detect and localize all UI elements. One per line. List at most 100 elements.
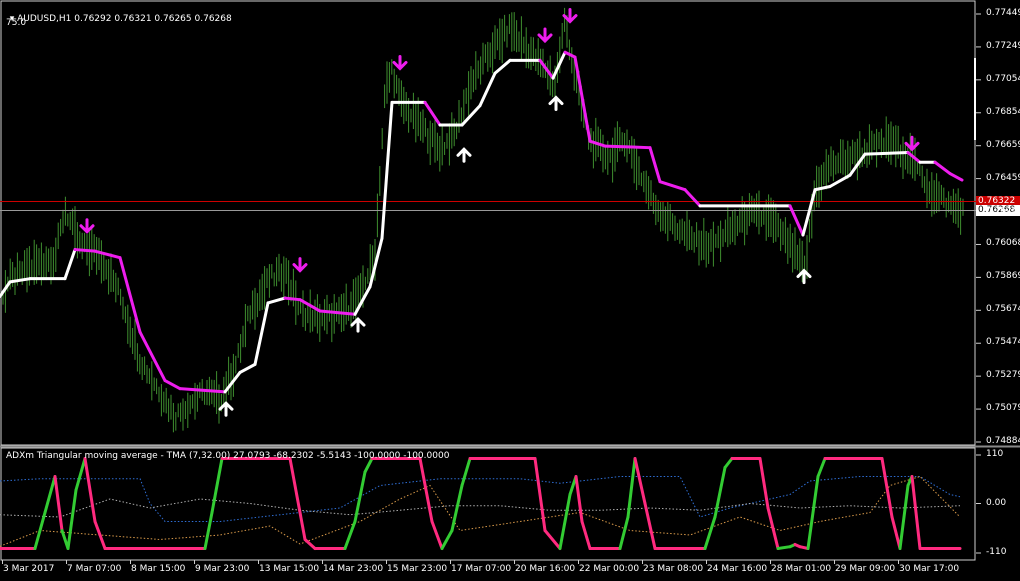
price-axis-label: 0.75674 [986, 304, 1020, 315]
tma-up-segment [63, 248, 77, 281]
adx-down-segment [633, 457, 647, 505]
adx-up-segment [713, 466, 727, 519]
adx-down-segment [83, 457, 97, 523]
tma-down-segment [648, 146, 662, 184]
tma-down-segment [138, 330, 167, 383]
price-axis-label: 0.76459 [986, 172, 1020, 183]
tma-up-segment [368, 236, 384, 289]
adx-up-segment [203, 511, 214, 550]
sell-arrow-icon [79, 218, 95, 234]
adx-up-segment [626, 457, 637, 519]
buy-arrow-icon [456, 147, 472, 163]
sell-arrow-icon [562, 8, 578, 24]
tma-line [0, 50, 964, 394]
sell-arrow-icon [292, 257, 308, 273]
tma-down-segment [538, 58, 555, 80]
adx-down-segment [758, 457, 770, 510]
tma-down-segment [283, 296, 302, 302]
price-axis-label: 0.74884 [986, 436, 1020, 446]
adx-down-segment [574, 475, 584, 523]
chart-canvas [0, 0, 1020, 564]
indicator-axis-label: 110 [986, 449, 1004, 459]
adx-up-segment [66, 488, 78, 550]
time-axis-label: 30 Mar 17:00 [899, 564, 960, 574]
adx-down-segment [543, 529, 562, 550]
time-axis-label: 15 Mar 23:00 [387, 564, 448, 574]
tma-up-segment [460, 104, 482, 127]
adx-down-segment [766, 506, 780, 550]
tma-down-segment [163, 379, 182, 391]
adx-up-segment [450, 484, 464, 532]
tma-down-segment [948, 172, 964, 182]
adx-up-segment [353, 470, 367, 523]
tma-down-segment [563, 50, 577, 59]
adx-down-segment [288, 457, 307, 541]
tma-down-segment [933, 160, 952, 176]
price-axis-label: 0.76268 [986, 205, 1020, 216]
sell-arrow-icon [537, 27, 553, 44]
time-axis-label: 13 Mar 15:00 [259, 564, 320, 574]
adx-up-segment [210, 457, 224, 514]
adx-down-segment [93, 520, 107, 550]
price-axis-label: 0.76659 [986, 139, 1020, 150]
adx-up-segment [460, 457, 472, 487]
time-axis-label: 29 Mar 09:00 [835, 564, 896, 574]
tma-down-segment [318, 309, 357, 316]
adx-up-segment [440, 529, 454, 550]
price-axis-label: 0.75474 [986, 337, 1020, 348]
price-bars [2, 7, 964, 433]
time-axis-label: 14 Mar 23:00 [323, 564, 384, 574]
adx-down-segment [910, 475, 922, 550]
buy-arrow-icon [350, 316, 366, 333]
time-axis-label: 23 Mar 08:00 [643, 564, 704, 574]
adx-down-segment [580, 520, 592, 550]
adx-up-segment [776, 545, 792, 550]
price-axis-label: 0.77449 [986, 8, 1020, 18]
tma-up-segment [478, 71, 497, 108]
adx-up-segment [558, 493, 572, 550]
adx-down-segment [53, 475, 64, 532]
tma-down-segment [683, 188, 702, 208]
time-axis-label: 9 Mar 23:00 [195, 564, 250, 574]
time-axis-label: 20 Mar 16:00 [515, 564, 576, 574]
price-lines [0, 201, 976, 211]
header-extra-value: 75.0 [6, 18, 27, 28]
main-header: ▾ AUDUSD,H1 0.76292 0.76321 0.76265 0.76… [4, 4, 232, 24]
indicator-axis-label: 0.00 [986, 497, 1007, 508]
adx-up-segment [703, 515, 717, 550]
price-axis-label: 0.77249 [986, 40, 1020, 51]
adx-up-segment [898, 484, 910, 550]
tma-down-segment [178, 387, 227, 394]
adx-down-segment [643, 502, 657, 550]
time-axis-label: 7 Mar 07:00 [67, 564, 122, 574]
adx-down-segment [418, 457, 434, 523]
time-axis-label: 8 Mar 15:00 [131, 564, 186, 574]
sell-arrow-icon [392, 54, 408, 71]
tma-down-segment [658, 180, 687, 192]
tma-down-segment [73, 248, 97, 253]
tma-down-segment [423, 100, 442, 127]
axis-ticks [2, 13, 981, 564]
tma-up-segment [266, 296, 287, 305]
ohlc-values: 0.76292 0.76321 0.76265 0.76268 [74, 14, 232, 24]
adx-down-segment [533, 457, 547, 532]
price-axis-label: 0.75279 [986, 370, 1020, 381]
indicator-header: ADXm Triangular moving average - TMA (7,… [6, 451, 450, 461]
tma-up-segment [238, 362, 257, 374]
indicator-lines [0, 457, 962, 550]
tma-up-segment [813, 184, 832, 192]
tma-up-segment [863, 151, 910, 156]
price-axis-label: 0.76068 [986, 238, 1020, 249]
chart-window[interactable]: { "main_header": { "symbol_tf": "AUDUSD,… [0, 0, 1020, 581]
time-axis-label: 17 Mar 07:00 [451, 564, 512, 574]
adx-down-segment [430, 520, 444, 550]
adx-down-segment [880, 457, 894, 519]
adx-up-segment [43, 475, 57, 514]
adx-up-segment [723, 457, 734, 469]
adx-up-segment [806, 475, 820, 550]
adx-up-segment [618, 515, 630, 550]
indicator-pane-frame [0, 447, 976, 561]
time-axis-label: 22 Mar 00:00 [579, 564, 640, 574]
buy-arrow-icon [548, 95, 564, 112]
time-axis-label: 28 Mar 01:00 [771, 564, 832, 574]
